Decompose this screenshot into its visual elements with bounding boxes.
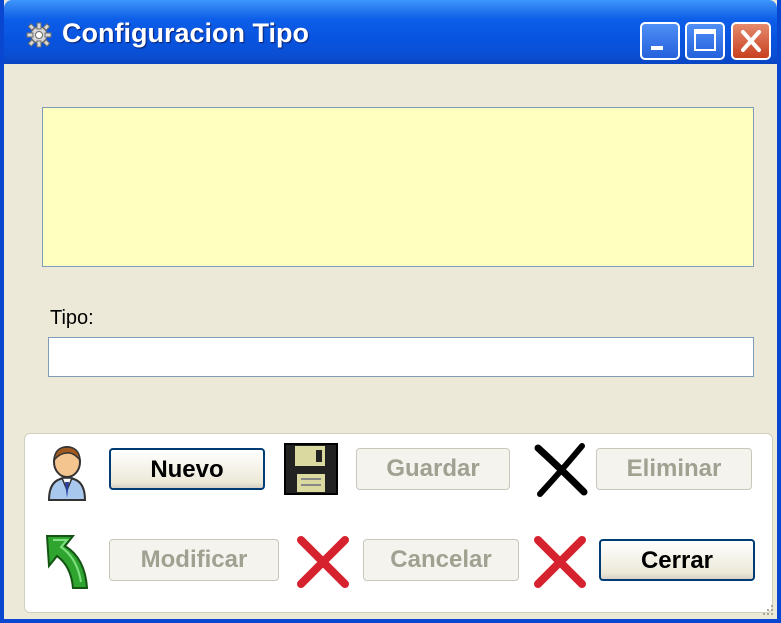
tipo-input[interactable]: [48, 337, 754, 377]
cerrar-button[interactable]: Cerrar: [599, 539, 755, 581]
window-title: Configuracion Tipo: [62, 18, 309, 48]
eliminar-button[interactable]: Eliminar: [596, 448, 752, 490]
user-icon: [47, 446, 87, 501]
delete-x-icon: [534, 443, 588, 497]
button-panel: Nuevo Guardar Eliminar Modificar Cancela…: [24, 433, 773, 613]
floppy-disk-icon: [284, 443, 338, 495]
red-x-icon: [297, 536, 349, 588]
window-content: Tipo: Nuevo Guardar Eliminar Modificar C…: [4, 64, 777, 619]
close-window-button[interactable]: [731, 22, 771, 60]
minimize-button[interactable]: [640, 22, 680, 60]
gear-icon: [26, 22, 52, 48]
app-window: Configuracion Tipo Tipo: Nuevo Guardar E…: [0, 0, 781, 623]
info-display-area[interactable]: [42, 107, 754, 267]
resize-grip-icon[interactable]: [761, 603, 775, 617]
nuevo-button[interactable]: Nuevo: [109, 448, 265, 490]
cancelar-button[interactable]: Cancelar: [363, 539, 519, 581]
modificar-button[interactable]: Modificar: [109, 539, 279, 581]
close-icon: [741, 30, 761, 52]
minimize-icon: [651, 46, 663, 50]
guardar-button[interactable]: Guardar: [356, 448, 510, 490]
maximize-icon: [694, 29, 716, 51]
maximize-button[interactable]: [685, 22, 725, 60]
red-x-icon: [534, 536, 586, 588]
title-bar[interactable]: Configuracion Tipo: [4, 0, 777, 64]
green-arrow-icon: [45, 535, 89, 589]
tipo-label: Tipo:: [50, 307, 94, 329]
